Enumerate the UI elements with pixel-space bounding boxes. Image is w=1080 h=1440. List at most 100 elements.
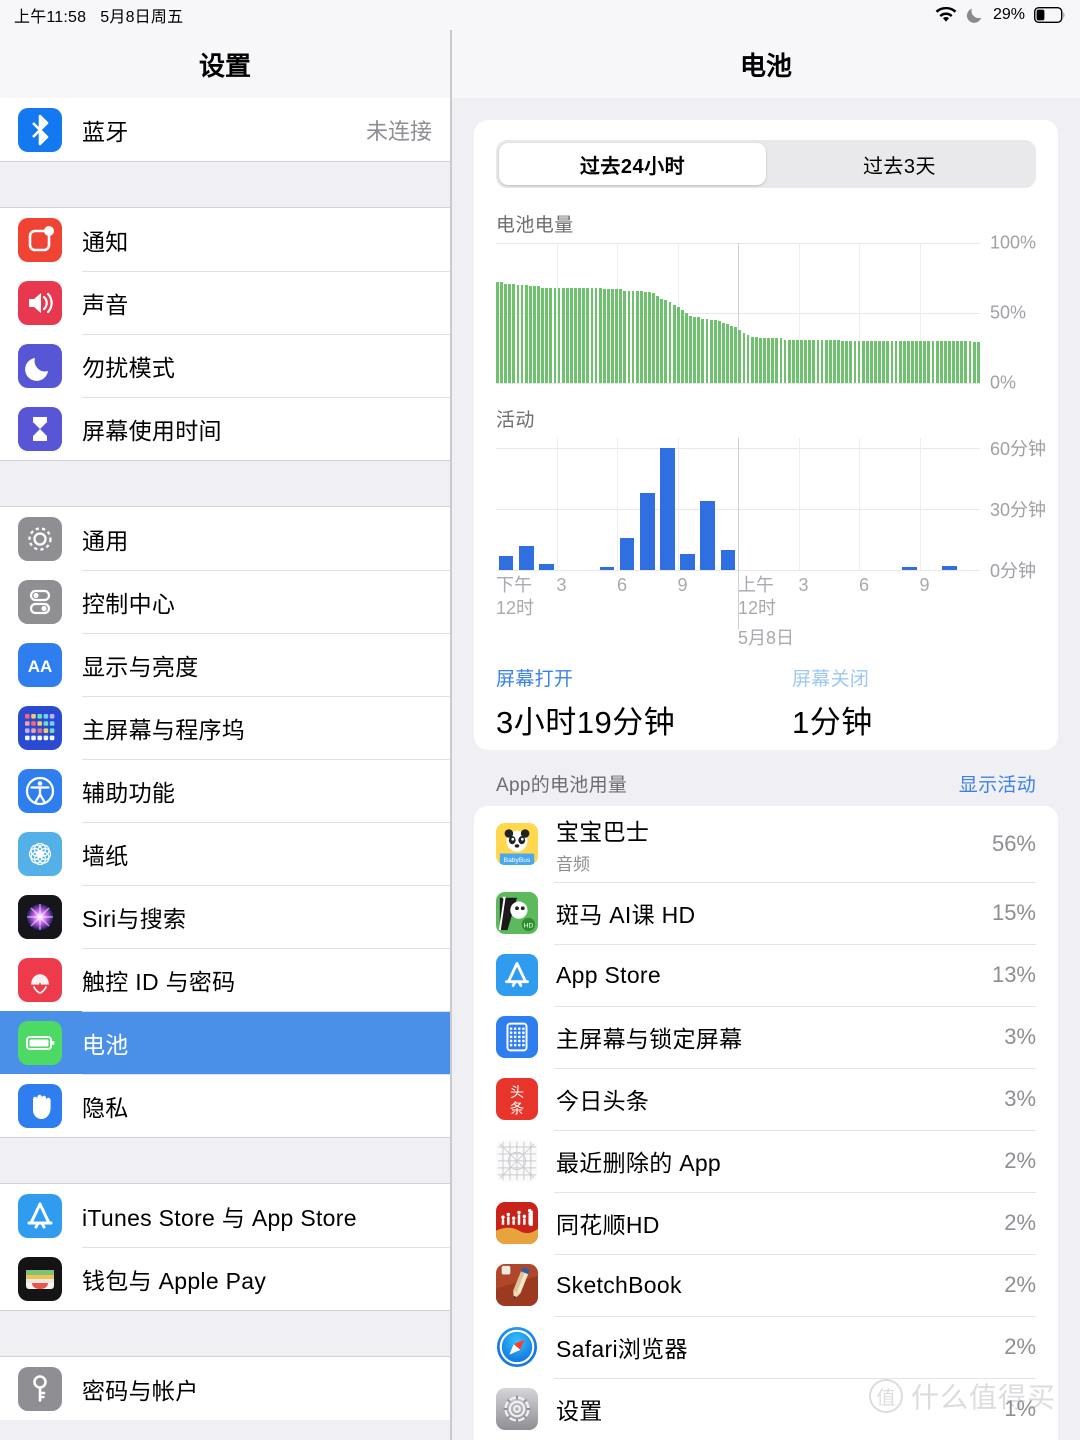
sidebar-item-密码与帐户[interactable]: 密码与帐户 xyxy=(0,1357,450,1420)
bar xyxy=(582,287,586,383)
wallet-icon xyxy=(18,1256,62,1301)
app-name: 今日头条 xyxy=(556,1088,650,1114)
sidebar-item-显示与亮度[interactable]: AA 显示与亮度 xyxy=(0,633,450,696)
app-name: Safari浏览器 xyxy=(556,1336,688,1362)
bar xyxy=(943,341,947,383)
battery-detail-pane: 电池 过去24小时 过去3天 电池电量 0% 50% 100% 活动 0分钟 30分钟 6… xyxy=(452,30,1080,1440)
app-usage-row[interactable]: 主屏幕与锁定屏幕 3% xyxy=(474,1006,1058,1068)
sidebar-item-控制中心[interactable]: 控制中心 xyxy=(0,570,450,633)
y-axis-labels: 0分钟 30分钟 60分钟 xyxy=(980,438,1058,581)
sidebar-item-iTunes Store 与 App Store[interactable]: iTunes Store 与 App Store xyxy=(0,1184,450,1247)
bar xyxy=(841,341,844,383)
show-activity-link[interactable]: 显示活动 xyxy=(959,770,1036,797)
svg-text:HD: HD xyxy=(524,922,534,929)
detail-scroll-area[interactable]: 过去24小时 过去3天 电池电量 0% 50% 100% 活动 0分钟 30分钟 60分钟… xyxy=(452,98,1080,1440)
app-battery-percent: 1% xyxy=(1004,1396,1036,1421)
sidebar-item-勿扰模式[interactable]: 勿扰模式 xyxy=(0,334,450,397)
sidebar-item-触控 ID 与密码[interactable]: 触控 ID 与密码 xyxy=(0,948,450,1011)
segment-option-1[interactable]: 过去3天 xyxy=(766,143,1033,185)
bar xyxy=(882,341,886,383)
bar xyxy=(935,341,939,383)
app-usage-text: 斑马 AI课 HD xyxy=(556,896,695,930)
app-usage-row[interactable]: BabyBus 宝宝巴士 音频 56% xyxy=(474,806,1058,882)
accessibility-icon xyxy=(18,768,62,813)
screen-time-icon xyxy=(18,406,62,451)
sidebar-item-钱包与 Apple Pay[interactable]: 钱包与 Apple Pay xyxy=(0,1247,450,1310)
app-usage-row[interactable]: 设置 1% xyxy=(474,1378,1058,1440)
bar xyxy=(602,289,606,383)
sidebar-item-辅助功能[interactable]: 辅助功能 xyxy=(0,759,450,822)
sidebar-scroll-area[interactable]: 蓝牙 未连接通知 声音 勿扰模式 屏幕使用时间 通用 控制中心 AA 显示与亮度 主屏幕与程序坞辅… xyxy=(0,98,450,1440)
app-usage-text: 宝宝巴士 音频 xyxy=(556,813,649,875)
segment-option-0[interactable]: 过去24小时 xyxy=(499,143,766,185)
bar xyxy=(869,341,873,383)
app-subtitle: 音频 xyxy=(556,855,590,874)
bar xyxy=(849,341,853,383)
bar xyxy=(512,283,516,383)
detail-title: 电池 xyxy=(452,30,1080,98)
battery-status-icon xyxy=(1034,7,1066,23)
sidebar-item-label: 隐私 xyxy=(82,1094,129,1121)
bar xyxy=(598,287,602,383)
sidebar-item-通用[interactable]: 通用 xyxy=(0,507,450,570)
app-usage-row[interactable]: 最近删除的 App 2% xyxy=(474,1130,1058,1192)
sidebar-group: 密码与帐户 xyxy=(0,1357,450,1420)
bar xyxy=(730,325,734,383)
app-battery-percent: 2% xyxy=(1004,1210,1036,1235)
x-axis-tick-label: 9 xyxy=(677,575,688,595)
app-battery-usage-list[interactable]: BabyBus 宝宝巴士 音频 56% HD 斑马 AI课 HD 15% App Store 1… xyxy=(474,806,1058,1440)
app-name: 设置 xyxy=(556,1398,603,1424)
bar xyxy=(878,341,881,383)
app-usage-section-header: App的电池用量 显示活动 xyxy=(474,750,1058,806)
sidebar-item-声音[interactable]: 声音 xyxy=(0,271,450,334)
bar xyxy=(500,282,503,383)
sidebar-item-隐私[interactable]: 隐私 xyxy=(0,1074,450,1137)
bar xyxy=(783,339,787,383)
bar xyxy=(939,341,943,383)
bar xyxy=(874,341,877,383)
bar xyxy=(672,304,676,383)
time-range-segmented-control[interactable]: 过去24小时 过去3天 xyxy=(496,140,1036,188)
app-usage-row[interactable]: Safari浏览器 2% xyxy=(474,1316,1058,1378)
bar xyxy=(911,341,914,383)
app-battery-percent: 2% xyxy=(1004,1334,1036,1359)
y-axis-tick-label: 100% xyxy=(990,232,1037,253)
screen-on-stat: 屏幕打开 3小时19分钟 xyxy=(496,664,792,742)
time-range-segmented-control-wrap: 过去24小时 过去3天 xyxy=(474,120,1058,188)
passwords-key-icon xyxy=(18,1366,62,1411)
y-axis-tick-label: 50% xyxy=(990,302,1027,323)
sidebar-item-label: Siri与搜索 xyxy=(82,905,187,932)
sidebar-item-蓝牙[interactable]: 蓝牙 未连接 xyxy=(0,98,450,161)
sidebar-item-主屏幕与程序坞[interactable]: 主屏幕与程序坞 xyxy=(0,696,450,759)
bar xyxy=(508,283,512,383)
sidebar-group-gap xyxy=(0,1137,450,1184)
app-usage-row[interactable]: HD 斑马 AI课 HD 15% xyxy=(474,882,1058,944)
bar xyxy=(976,342,980,383)
bar xyxy=(832,339,836,383)
app-usage-text: 主屏幕与锁定屏幕 xyxy=(556,1020,742,1054)
battery-level-chart-title: 电池电量 xyxy=(496,215,574,236)
app-usage-row[interactable]: SketchBook 2% xyxy=(474,1254,1058,1316)
app-battery-percent: 56% xyxy=(991,831,1036,856)
bar xyxy=(812,339,816,383)
sidebar-item-电池[interactable]: 电池 xyxy=(0,1011,450,1074)
sidebar-item-墙纸[interactable]: 墙纸 xyxy=(0,822,450,885)
app-usage-row[interactable]: 同花顺HD 2% xyxy=(474,1192,1058,1254)
app-usage-row[interactable]: 头条今日头条 3% xyxy=(474,1068,1058,1130)
sidebar-item-屏幕使用时间[interactable]: 屏幕使用时间 xyxy=(0,397,450,460)
bar xyxy=(952,341,955,383)
bar xyxy=(964,341,968,383)
app-usage-row[interactable]: App Store 13% xyxy=(474,944,1058,1006)
sketchbook-icon xyxy=(496,1264,538,1306)
bar xyxy=(660,448,675,570)
bar xyxy=(705,318,709,383)
bar xyxy=(639,290,643,383)
bar xyxy=(886,341,890,383)
bar xyxy=(861,341,865,383)
bar xyxy=(726,324,729,383)
bar xyxy=(898,341,902,383)
bar xyxy=(631,290,635,383)
sidebar-item-label: 电池 xyxy=(82,1031,129,1058)
sidebar-item-Siri与搜索[interactable]: Siri与搜索 xyxy=(0,885,450,948)
sidebar-item-通知[interactable]: 通知 xyxy=(0,208,450,271)
